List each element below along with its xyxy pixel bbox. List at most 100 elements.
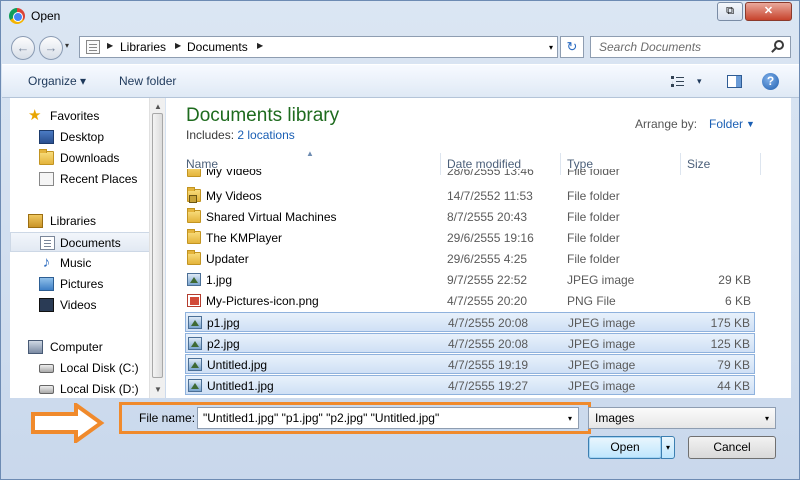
table-row[interactable]: p2.jpg 4/7/2555 20:08 JPEG image 125 KB xyxy=(185,333,755,353)
scroll-up-icon[interactable]: ▲ xyxy=(154,102,162,111)
open-button[interactable]: Open xyxy=(588,436,662,459)
file-size: 175 KB xyxy=(710,316,750,330)
file-date: 9/7/2555 22:52 xyxy=(447,273,528,287)
sidebar-item-label: Videos xyxy=(60,298,97,312)
file-name-highlight-box xyxy=(119,402,591,434)
sidebar-item-computer[interactable]: Computer xyxy=(10,337,150,357)
forward-button[interactable]: → xyxy=(39,36,63,60)
sidebar-item-label: Local Disk (C:) xyxy=(60,361,139,375)
png-icon xyxy=(187,294,201,307)
navigation-scrollbar[interactable]: ▲ ▼ xyxy=(149,98,165,398)
breadcrumb-separator-icon[interactable]: ▶ xyxy=(257,41,263,50)
help-icon[interactable]: ? xyxy=(762,73,779,90)
library-title: Documents library xyxy=(186,105,340,126)
cancel-button[interactable]: Cancel xyxy=(688,436,776,459)
search-input[interactable]: Search Documents xyxy=(590,36,791,58)
file-type: File folder xyxy=(567,252,620,266)
open-options-dropdown-icon[interactable]: ▾ xyxy=(661,436,675,459)
file-size: 125 KB xyxy=(710,337,750,351)
sidebar-item-downloads[interactable]: Downloads xyxy=(10,148,150,168)
sidebar-item-pictures[interactable]: Pictures xyxy=(10,274,150,294)
image-icon xyxy=(187,273,201,286)
includes-label: Includes: xyxy=(186,128,235,142)
table-row[interactable]: Updater 29/6/2555 4:25 File folder xyxy=(185,249,755,269)
preview-pane-icon[interactable] xyxy=(727,75,742,88)
breadcrumb-documents[interactable]: Documents xyxy=(187,40,248,54)
arrange-by-value[interactable]: Folder xyxy=(709,117,743,131)
sidebar-item-label: Pictures xyxy=(60,277,104,291)
downloads-icon xyxy=(39,149,54,165)
sidebar-item-label: Desktop xyxy=(60,130,105,144)
file-date: 29/6/2555 19:16 xyxy=(447,231,534,245)
history-dropdown-icon[interactable]: ▾ xyxy=(65,41,69,50)
file-type-dropdown-icon[interactable]: ▾ xyxy=(765,414,769,423)
search-icon[interactable] xyxy=(774,40,784,50)
table-row[interactable]: Untitled1.jpg 4/7/2555 19:27 JPEG image … xyxy=(185,375,755,395)
file-type-select[interactable]: Images ▾ xyxy=(588,407,776,429)
breadcrumb-separator-icon[interactable]: ▶ xyxy=(107,41,113,50)
file-date: 4/7/2555 20:20 xyxy=(447,294,528,308)
sidebar-item-recent-places[interactable]: Recent Places xyxy=(10,169,150,189)
file-date: 4/7/2555 20:08 xyxy=(448,337,529,351)
view-dropdown-icon[interactable]: ▾ xyxy=(697,76,702,87)
file-size: 29 KB xyxy=(718,273,751,287)
table-row[interactable]: My-Pictures-icon.png 4/7/2555 20:20 PNG … xyxy=(185,291,755,311)
sidebar-item-documents[interactable]: Documents xyxy=(10,232,150,252)
table-row[interactable]: My Videos 14/7/2552 11:53 File folder xyxy=(185,186,755,206)
breadcrumb-separator-icon[interactable]: ▶ xyxy=(175,41,181,50)
refresh-button[interactable]: ↻ xyxy=(560,36,584,58)
file-date: 4/7/2555 20:08 xyxy=(448,316,529,330)
organize-button[interactable]: Organize ▾ xyxy=(28,74,86,88)
table-row[interactable]: Untitled.jpg 4/7/2555 19:19 JPEG image 7… xyxy=(185,354,755,374)
file-date: 8/7/2555 20:43 xyxy=(447,210,528,224)
file-type-value: Images xyxy=(595,411,635,425)
file-size: 79 KB xyxy=(717,358,750,372)
sidebar-item-label: Favorites xyxy=(50,109,100,123)
includes-line: Includes: 2 locations xyxy=(186,128,295,142)
file-type: File folder xyxy=(567,189,620,203)
locations-link[interactable]: 2 locations xyxy=(237,128,294,142)
sidebar-item-desktop[interactable]: Desktop xyxy=(10,127,150,147)
sidebar-item-label: Documents xyxy=(60,236,121,250)
new-folder-button[interactable]: New folder xyxy=(119,74,176,88)
change-view-icon[interactable] xyxy=(671,76,685,87)
table-row[interactable]: The KMPlayer 29/6/2555 19:16 File folder xyxy=(185,228,755,248)
sidebar-item-music[interactable]: ♪ Music xyxy=(10,253,150,273)
file-name: My Videos xyxy=(206,169,262,178)
file-date: 4/7/2555 19:27 xyxy=(448,379,529,393)
sidebar-item-label: Computer xyxy=(50,340,103,354)
sidebar-item-label: Music xyxy=(60,256,92,270)
table-row[interactable]: Shared Virtual Machines 8/7/2555 20:43 F… xyxy=(185,207,755,227)
address-bar[interactable]: ▶ Libraries ▶ Documents ▶ ▾ xyxy=(79,36,558,58)
open-dialog: Open ⧉ ✕ ← → ▾ ▶ Libraries ▶ Documents ▶… xyxy=(0,0,800,480)
back-button[interactable]: ← xyxy=(11,36,35,60)
close-button[interactable]: ✕ xyxy=(745,2,792,21)
sidebar-item-local-disk-d[interactable]: Local Disk (D:) xyxy=(10,379,150,398)
file-name: 1.jpg xyxy=(206,273,233,287)
file-date: 29/6/2555 4:25 xyxy=(447,252,528,266)
table-row[interactable]: p1.jpg 4/7/2555 20:08 JPEG image 175 KB xyxy=(185,312,755,332)
arrange-dropdown-icon[interactable]: ▼ xyxy=(746,119,755,129)
file-type: JPEG image xyxy=(568,358,636,372)
sidebar-item-favorites[interactable]: ★ Favorites xyxy=(10,106,150,126)
star-icon: ★ xyxy=(28,107,42,124)
sidebar-item-label: Downloads xyxy=(60,151,120,165)
sidebar-item-videos[interactable]: Videos xyxy=(10,295,150,315)
file-type: JPEG image xyxy=(568,379,636,393)
disk-icon xyxy=(39,385,54,394)
file-type: PNG File xyxy=(567,294,616,308)
sidebar-item-local-disk-c[interactable]: Local Disk (C:) xyxy=(10,358,150,378)
command-toolbar: Organize ▾ New folder ▾ ? xyxy=(2,64,799,98)
image-icon xyxy=(188,337,202,350)
sidebar-item-libraries[interactable]: Libraries xyxy=(10,211,150,231)
file-name: My-Pictures-icon.png xyxy=(206,294,319,308)
address-folder-icon xyxy=(86,40,100,54)
scroll-down-icon[interactable]: ▼ xyxy=(154,385,162,394)
scroll-thumb[interactable] xyxy=(152,113,163,378)
window-help-button[interactable]: ⧉ xyxy=(717,2,743,21)
address-dropdown-icon[interactable]: ▾ xyxy=(549,43,553,52)
file-date: 14/7/2552 11:53 xyxy=(447,189,533,203)
breadcrumb-libraries[interactable]: Libraries xyxy=(120,40,166,54)
table-row[interactable]: 1.jpg 9/7/2555 22:52 JPEG image 29 KB xyxy=(185,270,755,290)
table-row[interactable]: My Videos 28/6/2555 13:46 File folder xyxy=(185,169,755,181)
